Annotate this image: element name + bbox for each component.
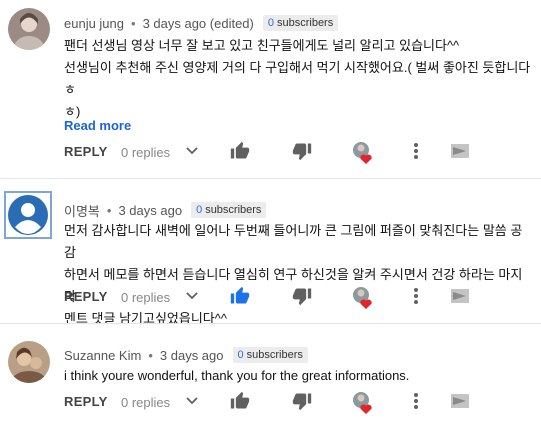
comment-text: 먼저 감사합니다 새벽에 일어나 두번째 들어니까 큰 그림에 퍼즐이 맞춰진다…: [64, 220, 534, 330]
thumbs-down-icon[interactable]: [292, 286, 312, 311]
comment-header: Suzanne Kim • 3 days ago 0 subscribers: [64, 346, 308, 364]
thumbs-down-icon[interactable]: [292, 391, 312, 416]
comment-line: 팬더 선생님 영상 너무 잘 보고 있고 친구들에게도 널리 알리고 있습니다^…: [64, 38, 460, 53]
comment-actions: REPLY 0 replies: [64, 285, 534, 309]
comment-header: eunju jung • 3 days ago (edited) 0 subscr…: [64, 14, 339, 32]
subscriber-label: subscribers: [246, 349, 303, 361]
thumbs-up-icon[interactable]: [230, 141, 250, 166]
creator-heart-icon[interactable]: [351, 390, 375, 419]
author-name[interactable]: 이명복: [64, 201, 100, 220]
comment-line: 선생님이 추천해 주신 영양제 거의 다 구입해서 먹기 시작했어요.( 벌써 …: [64, 60, 531, 97]
report-flag-icon[interactable]: [450, 286, 470, 311]
subscriber-badge: 0 subscribers: [191, 202, 267, 218]
subscriber-label: subscribers: [205, 204, 262, 216]
reply-button[interactable]: REPLY: [64, 289, 108, 304]
more-options-icon[interactable]: [412, 141, 420, 166]
separator-dot: •: [106, 202, 112, 218]
comment-time[interactable]: 3 days ago (edited): [143, 16, 254, 31]
comment-actions: REPLY 0 replies: [64, 390, 534, 414]
replies-count[interactable]: 0 replies: [121, 395, 170, 410]
comment-line: i think youre wonderful, thank you for t…: [64, 368, 410, 383]
author-avatar[interactable]: [4, 191, 52, 239]
replies-count[interactable]: 0 replies: [121, 145, 170, 160]
subscriber-count: 0: [196, 204, 203, 216]
report-flag-icon[interactable]: [450, 141, 470, 166]
author-avatar[interactable]: [8, 341, 50, 383]
comment-time[interactable]: 3 days ago: [160, 348, 224, 363]
subscriber-badge: 0 subscribers: [232, 347, 308, 363]
chevron-down-icon[interactable]: [185, 393, 199, 412]
comment-text: i think youre wonderful, thank you for t…: [64, 365, 534, 387]
creator-heart-icon[interactable]: [351, 285, 375, 314]
report-flag-icon[interactable]: [450, 391, 470, 416]
comment-text: 팬더 선생님 영상 너무 잘 보고 있고 친구들에게도 널리 알리고 있습니다^…: [64, 35, 534, 123]
subscriber-label: subscribers: [276, 17, 334, 29]
author-name[interactable]: Suzanne Kim: [64, 348, 141, 363]
separator-dot: •: [131, 15, 136, 31]
thumbs-up-icon[interactable]: [230, 391, 250, 416]
comment-divider: [0, 178, 541, 179]
author-name[interactable]: eunju jung: [64, 16, 124, 31]
read-more-link[interactable]: Read more: [64, 118, 131, 133]
replies-count[interactable]: 0 replies: [121, 290, 170, 305]
separator-dot: •: [148, 347, 153, 363]
reply-button[interactable]: REPLY: [64, 144, 108, 159]
author-avatar[interactable]: [8, 8, 50, 50]
thumbs-up-icon-active[interactable]: [230, 286, 250, 311]
more-options-icon[interactable]: [412, 391, 420, 416]
more-options-icon[interactable]: [412, 286, 420, 311]
reply-button[interactable]: REPLY: [64, 394, 108, 409]
chevron-down-icon[interactable]: [185, 143, 199, 162]
chevron-down-icon[interactable]: [185, 288, 199, 307]
subscriber-count: 0: [237, 349, 244, 361]
comment-time[interactable]: 3 days ago: [118, 203, 182, 218]
thumbs-down-icon[interactable]: [292, 141, 312, 166]
subscriber-count: 0: [267, 17, 274, 29]
comment-header: 이명복 • 3 days ago 0 subscribers: [64, 201, 267, 220]
subscriber-badge: 0 subscribers: [262, 15, 339, 31]
comment-line: 멘트 댓글 남기고싶었읍니다^^: [64, 311, 227, 326]
comment-actions: REPLY 0 replies: [64, 140, 534, 164]
comment-divider: [0, 323, 541, 324]
comment-line: ㅎ): [64, 104, 81, 119]
creator-heart-icon[interactable]: [351, 140, 375, 169]
comment-line: 먼저 감사합니다 새벽에 일어나 두번째 들어니까 큰 그림에 퍼즐이 맞춰진다…: [64, 223, 523, 260]
